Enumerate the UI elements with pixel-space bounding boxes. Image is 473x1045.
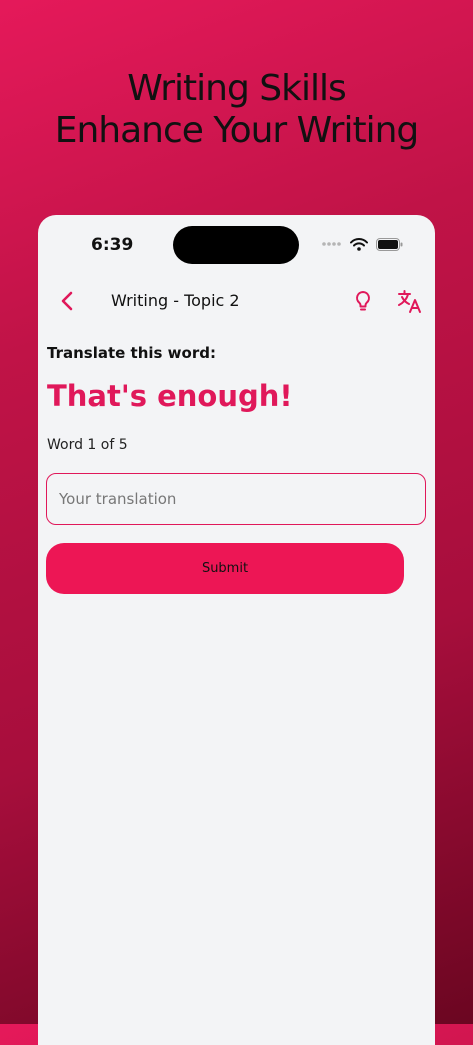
dynamic-island — [173, 226, 299, 264]
translate-icon[interactable] — [397, 288, 423, 314]
promo-headline: Writing Skills Enhance Your Writing — [0, 68, 473, 152]
status-bar: 6:39 — [38, 215, 435, 271]
status-time: 6:39 — [91, 235, 134, 255]
phone-screen: 6:39 Writing - Topic 2 Translate this wo… — [38, 215, 435, 1045]
promo-title-line2: Enhance Your Writing — [54, 110, 420, 151]
target-phrase: That's enough! — [47, 379, 293, 413]
lightbulb-icon[interactable] — [351, 289, 375, 313]
wifi-icon — [350, 237, 368, 251]
word-progress: Word 1 of 5 — [47, 437, 128, 453]
battery-icon — [376, 237, 403, 251]
promo-title-line1: Writing Skills — [127, 68, 346, 109]
page-title: Writing - Topic 2 — [111, 291, 240, 310]
chevron-left-icon[interactable] — [56, 289, 80, 313]
signal-dots-icon — [322, 242, 341, 246]
translation-input[interactable] — [46, 473, 426, 525]
nav-bar: Writing - Topic 2 — [38, 281, 435, 321]
status-icons — [322, 237, 403, 251]
prompt-label: Translate this word: — [47, 344, 216, 362]
submit-button[interactable]: Submit — [46, 543, 404, 594]
